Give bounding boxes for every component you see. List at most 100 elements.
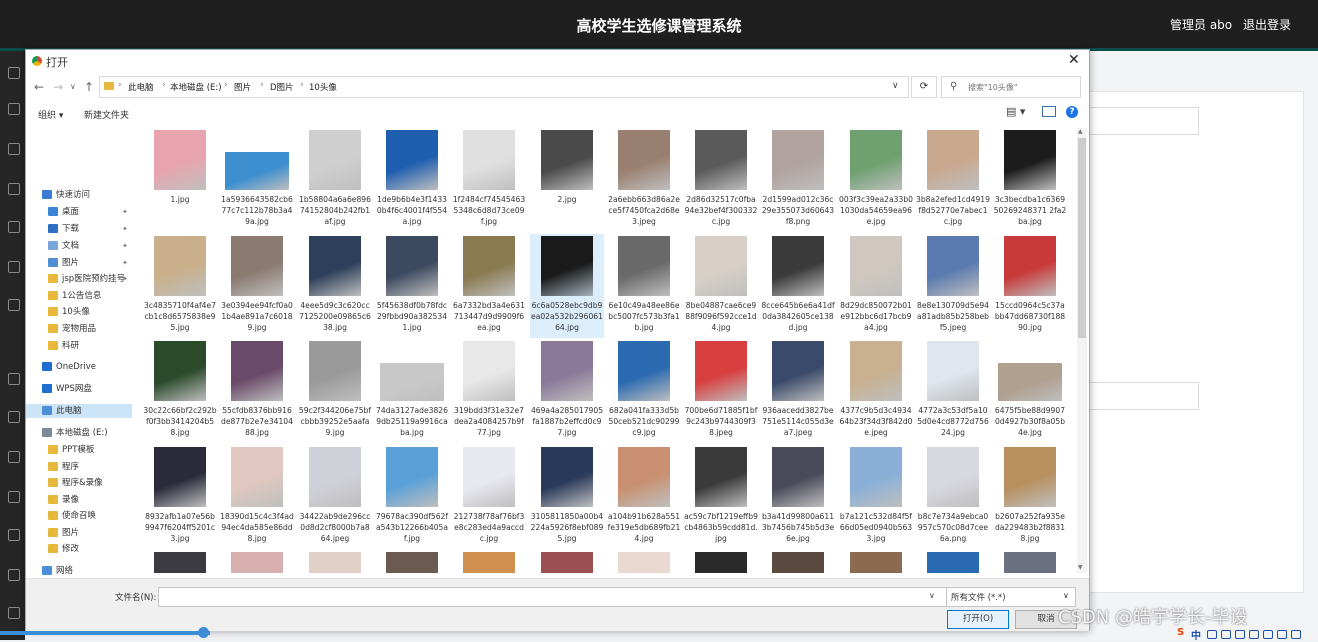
file-item[interactable]: 3105811850a00b4224a5926f8ebf0895.jpg: [530, 445, 604, 549]
message-icon[interactable]: [8, 451, 20, 463]
file-item[interactable]: 1a5936643582cb677c7c112b78b3a49a.jpg: [220, 128, 294, 232]
file-item[interactable]: [761, 550, 835, 573]
file-item[interactable]: 5f45638df0b78fdc29fbbd90a3825341.jpg: [375, 234, 449, 338]
view-options-icon[interactable]: ▤ ▾: [1006, 105, 1025, 118]
refresh-button[interactable]: ⟳: [911, 76, 937, 98]
file-item[interactable]: 1f2484cf745454635348c6d8d73ce09f.jpg: [452, 128, 526, 232]
file-item[interactable]: 3c3becdba1c636950269248371 2fa2ba.jpg: [993, 128, 1067, 232]
user-icon[interactable]: [8, 103, 20, 115]
chevron-down-icon[interactable]: ∨: [929, 591, 935, 600]
clipboard-icon[interactable]: [8, 143, 20, 155]
search-input[interactable]: [966, 79, 1078, 95]
file-item[interactable]: 15ccd0964c5c37abb47dd68730f18890.jpg: [993, 234, 1067, 338]
scroll-down-icon[interactable]: ▼: [1078, 564, 1083, 571]
menu-icon[interactable]: [8, 183, 20, 195]
menu-icon[interactable]: [8, 491, 20, 503]
list-icon[interactable]: [8, 221, 20, 233]
file-item[interactable]: 8d29dc850072b01e912bbc6d17bcb9a4.jpg: [839, 234, 913, 338]
sliders-icon[interactable]: [8, 529, 20, 541]
tray-icon[interactable]: [1249, 630, 1259, 639]
pin-icon[interactable]: ✦: [122, 205, 128, 219]
up-arrow-icon[interactable]: ↑: [84, 80, 94, 94]
file-item[interactable]: b3a41d99800a6113b7456b745b5d3e6e.jpg: [761, 445, 835, 549]
file-item[interactable]: 1de9b6b4e3f14330b4f6c4001f4f554a.jpg: [375, 128, 449, 232]
file-item[interactable]: [220, 550, 294, 573]
file-item[interactable]: 469a4a285017905fa1887b2effcd0c97.jpg: [530, 339, 604, 443]
file-item[interactable]: 1b58804a6a6e89674152804b242fb1af.jpg: [298, 128, 372, 232]
file-item[interactable]: [916, 550, 990, 573]
chevron-down-icon[interactable]: ∨: [892, 81, 899, 91]
breadcrumb-item[interactable]: 此电脑: [128, 81, 154, 93]
breadcrumb-item[interactable]: 图片: [234, 81, 251, 93]
file-item[interactable]: [839, 550, 913, 573]
file-item[interactable]: 682a041fa333d5b50ceb521dc90299c9.jpg: [607, 339, 681, 443]
crop-icon[interactable]: [8, 299, 20, 311]
file-item[interactable]: 6a7332bd3a4e631713447d9d9909f6ea.jpg: [452, 234, 526, 338]
close-button[interactable]: ✕: [1068, 52, 1080, 68]
file-item[interactable]: [375, 550, 449, 573]
breadcrumb-item[interactable]: 本地磁盘 (E:): [170, 81, 222, 93]
file-item[interactable]: [298, 550, 372, 573]
file-item[interactable]: 74da3127ade38269db25119a9916caba.jpg: [375, 339, 449, 443]
file-item[interactable]: 59c2f344206e75bfcbbb39252e5aafa9.jpg: [298, 339, 372, 443]
file-item[interactable]: 79678ac390df562fa543b12266b405af.jpg: [375, 445, 449, 549]
file-item[interactable]: 212738f78af76bf3e8c283ed4a9accdc.jpg: [452, 445, 526, 549]
home-icon[interactable]: [8, 67, 20, 79]
file-item[interactable]: b2607a252fa935eda229483b2f88318.jpg: [993, 445, 1067, 549]
file-item[interactable]: [607, 550, 681, 573]
pin-icon[interactable]: ✦: [122, 239, 128, 253]
pin-icon[interactable]: ✦: [122, 272, 128, 286]
tools-icon[interactable]: [8, 607, 20, 619]
mail-icon[interactable]: [8, 569, 20, 581]
file-item[interactable]: 3e0394ee94fcf0a01b4ae891a7c60189.jpg: [220, 234, 294, 338]
file-type-select[interactable]: 所有文件 (*.*) ∨: [946, 587, 1076, 607]
file-item[interactable]: [143, 550, 217, 573]
breadcrumb-item[interactable]: 10头像: [309, 81, 337, 93]
scrollbar-thumb[interactable]: [1078, 138, 1086, 338]
file-item[interactable]: a104b91b628a551fe319e5db689fb214.jpg: [607, 445, 681, 549]
file-item[interactable]: 8cce645b6e6a41df0da3842605ce138d.jpg: [761, 234, 835, 338]
file-item[interactable]: 2d1599ad012c36c29e355073d60643f8.png: [761, 128, 835, 232]
new-folder-button[interactable]: 新建文件夹: [84, 108, 129, 121]
file-item[interactable]: [993, 550, 1067, 573]
file-item[interactable]: 4eee5d9c3c620cc7125200e09865c638.jpg: [298, 234, 372, 338]
file-item[interactable]: 3b8a2efed1cd4919f8d52770e7abec1c.jpg: [916, 128, 990, 232]
file-item[interactable]: 1.jpg: [143, 128, 217, 232]
file-item[interactable]: b7a121c532d84f5f66d05ed0940b5633.jpg: [839, 445, 913, 549]
chart-icon[interactable]: [8, 373, 20, 385]
help-icon[interactable]: ?: [1066, 106, 1078, 118]
breadcrumb-item[interactable]: D图片: [270, 81, 294, 93]
chevron-down-icon[interactable]: ∨: [70, 82, 76, 91]
search-box[interactable]: ⚲: [941, 76, 1081, 98]
file-item[interactable]: 8e8e130709d5e94a81adb85b258bebf5.jpeg: [916, 234, 990, 338]
file-item[interactable]: 18390d15c4c3f4ad94ec4da585e86dd8.jpg: [220, 445, 294, 549]
file-item[interactable]: [452, 550, 526, 573]
preview-pane-icon[interactable]: [1042, 106, 1056, 117]
file-item[interactable]: 30c22c66bf2c292bf0f3bb3414204b58.jpg: [143, 339, 217, 443]
file-item[interactable]: 8be04887cae6ce988f9096f592cce1d4.jpg: [684, 234, 758, 338]
grid-icon[interactable]: [1291, 630, 1301, 639]
vertical-scrollbar[interactable]: ▲ ▼: [1077, 128, 1087, 573]
send-icon[interactable]: [8, 411, 20, 423]
file-item[interactable]: b8c7e734a9ebca0957c570c08d7cee6a.png: [916, 445, 990, 549]
file-item[interactable]: 2a6ebb663d86a2ece5f7450fca2d68e3.jpeg: [607, 128, 681, 232]
logout-link[interactable]: 退出登录: [1243, 16, 1291, 33]
scroll-up-icon[interactable]: ▲: [1078, 128, 1083, 135]
progress-knob[interactable]: [198, 627, 209, 638]
file-item[interactable]: [684, 550, 758, 573]
file-item[interactable]: 2.jpg: [530, 128, 604, 232]
file-item[interactable]: 6e10c49a48ee86ebc5007fc573b3fa1b.jpg: [607, 234, 681, 338]
file-item[interactable]: ac59c7bf1219effb9cb4863b59cdd81d.jpg: [684, 445, 758, 549]
pin-icon[interactable]: ✦: [122, 222, 128, 236]
address-bar[interactable]: › 此电脑 › 本地磁盘 (E:) › 图片 › D图片 › 10头像 ∨: [99, 76, 909, 98]
file-item[interactable]: 34422ab9de296cc0d8d2cf8000b7a864.jpeg: [298, 445, 372, 549]
file-item[interactable]: 003f3c39ea2a33b01030da54659ea96e.jpg: [839, 128, 913, 232]
sogou-icon[interactable]: S: [1177, 627, 1184, 638]
form-field[interactable]: [1089, 382, 1199, 410]
file-item[interactable]: 4772a3c53df5a105d0e4cd8772d75624.jpg: [916, 339, 990, 443]
mic-icon[interactable]: [1221, 630, 1231, 639]
filename-input[interactable]: [158, 587, 948, 607]
forward-arrow-icon[interactable]: →: [53, 80, 63, 94]
tray-icon[interactable]: [1207, 630, 1217, 639]
keyboard-icon[interactable]: [1235, 630, 1245, 639]
